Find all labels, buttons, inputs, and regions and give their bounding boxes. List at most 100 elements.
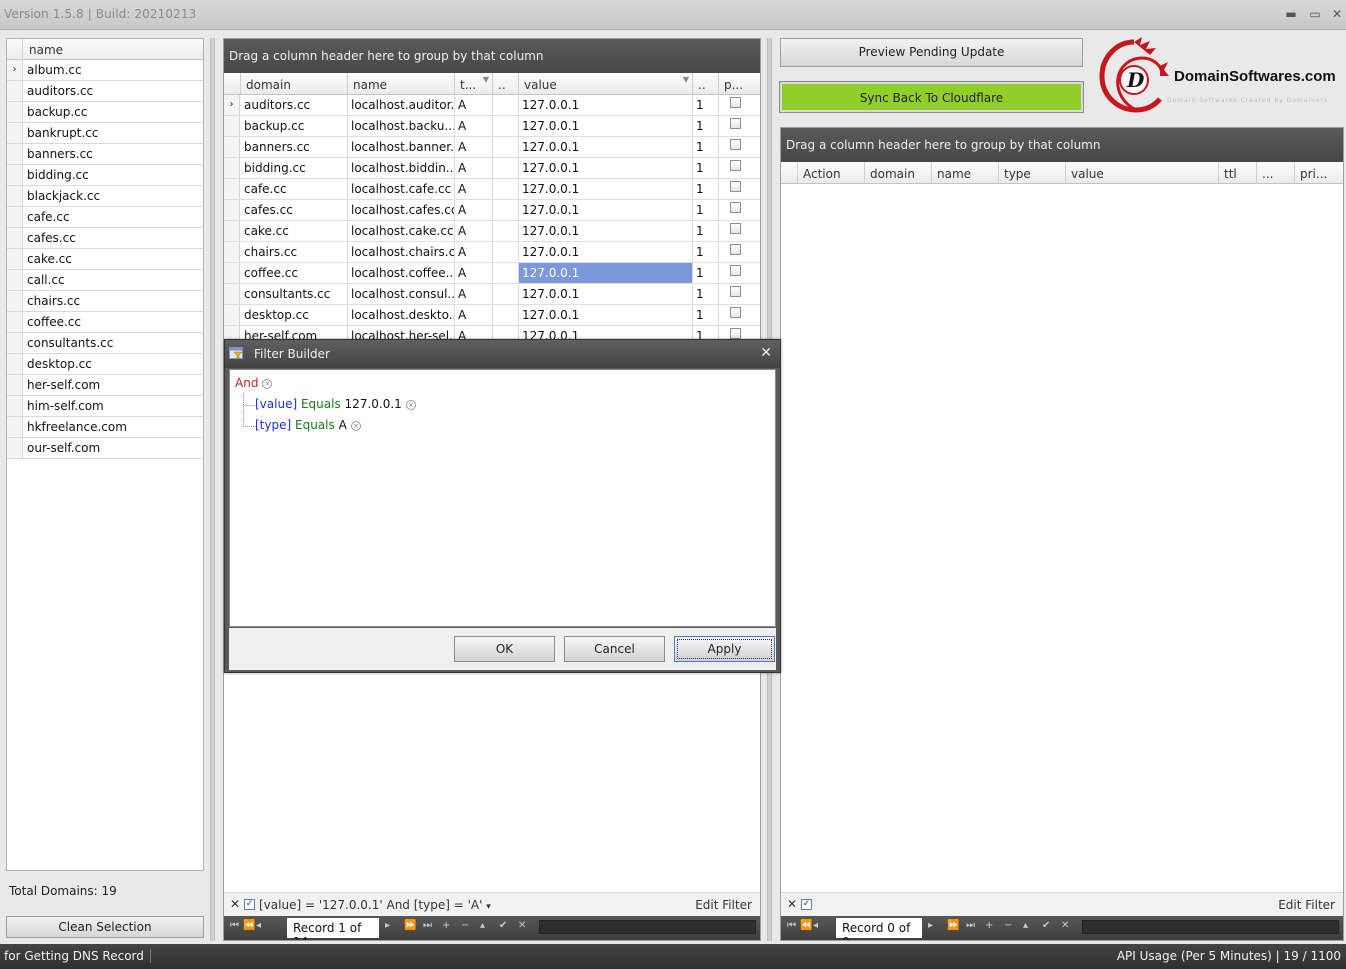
column-header-ttl[interactable]: .. bbox=[693, 73, 719, 95]
proxied-checkbox[interactable] bbox=[730, 223, 741, 234]
cell-ttl[interactable]: 1 bbox=[693, 284, 719, 304]
first-record-icon[interactable]: ⏮ bbox=[230, 920, 239, 931]
cell-type[interactable]: A bbox=[455, 137, 493, 157]
table-row[interactable]: cafe.cc localhost.cafe.cc A 127.0.0.1 1 bbox=[224, 179, 760, 200]
cell-hidden[interactable] bbox=[493, 221, 519, 241]
domain-list-item[interactable]: him-self.com bbox=[7, 396, 203, 417]
table-row[interactable]: desktop.cc localhost.deskto... A 127.0.0.1 1 bbox=[224, 305, 760, 326]
condition-operator[interactable]: Equals bbox=[301, 397, 341, 411]
cell-type[interactable]: A bbox=[455, 95, 493, 115]
domain-list-item[interactable]: cake.cc bbox=[7, 249, 203, 270]
cell-domain[interactable]: backup.cc bbox=[241, 116, 348, 136]
horizontal-scrollbar[interactable] bbox=[1082, 920, 1339, 934]
filter-expression[interactable]: [value] = '127.0.0.1' And [type] = 'A' ▾ bbox=[259, 898, 491, 912]
column-header-value[interactable]: value ▼ bbox=[519, 73, 693, 95]
cell-proxied[interactable] bbox=[719, 263, 760, 283]
filter-icon[interactable]: ▼ bbox=[683, 75, 689, 84]
cell-ttl[interactable]: 1 bbox=[693, 263, 719, 283]
domain-list-item[interactable]: blackjack.cc bbox=[7, 186, 203, 207]
domain-list-item[interactable]: consultants.cc bbox=[7, 333, 203, 354]
cell-value[interactable]: 127.0.0.1 bbox=[519, 305, 693, 325]
column-header-proxied[interactable]: p... bbox=[719, 73, 760, 95]
domain-list-item[interactable]: bidding.cc bbox=[7, 165, 203, 186]
cancel-edit-icon[interactable]: ✕ bbox=[518, 920, 526, 931]
domain-list-item[interactable]: hkfreelance.com bbox=[7, 417, 203, 438]
edit-icon[interactable]: ▴ bbox=[1023, 920, 1028, 931]
close-window-button[interactable]: ✕ bbox=[1328, 6, 1346, 22]
prev-record-icon[interactable]: ◂ bbox=[813, 920, 818, 931]
domain-list-item[interactable]: desktop.cc bbox=[7, 354, 203, 375]
cell-domain[interactable]: banners.cc bbox=[241, 137, 348, 157]
cell-name[interactable]: localhost.chairs.cc bbox=[348, 242, 455, 262]
cell-type[interactable]: A bbox=[455, 116, 493, 136]
cell-name[interactable]: localhost.auditor... bbox=[348, 95, 455, 115]
prev-page-icon[interactable]: ⏪ bbox=[800, 920, 812, 931]
cell-name[interactable]: localhost.cafes.cc bbox=[348, 200, 455, 220]
cell-name[interactable]: localhost.deskto... bbox=[348, 305, 455, 325]
domain-list-item[interactable]: her-self.com bbox=[7, 375, 203, 396]
cell-domain[interactable]: cafes.cc bbox=[241, 200, 348, 220]
cell-value[interactable]: 127.0.0.1 bbox=[519, 221, 693, 241]
last-record-icon[interactable]: ⏭ bbox=[423, 920, 432, 931]
cell-type[interactable]: A bbox=[455, 263, 493, 283]
domain-list-item[interactable]: cafe.cc bbox=[7, 207, 203, 228]
domain-list-item[interactable]: cafes.cc bbox=[7, 228, 203, 249]
column-header-name[interactable]: name bbox=[932, 162, 999, 184]
table-row[interactable]: banners.cc localhost.banner... A 127.0.0.1 1 bbox=[224, 137, 760, 158]
cell-hidden[interactable] bbox=[493, 305, 519, 325]
prev-record-icon[interactable]: ◂ bbox=[256, 920, 261, 931]
cell-name[interactable]: localhost.consul... bbox=[348, 284, 455, 304]
proxied-checkbox[interactable] bbox=[730, 118, 741, 129]
cell-value[interactable]: 127.0.0.1 bbox=[519, 200, 693, 220]
table-row[interactable]: › auditors.cc localhost.auditor... A 127.0.0… bbox=[224, 95, 760, 116]
domain-list-item[interactable]: auditors.cc bbox=[7, 81, 203, 102]
cell-ttl[interactable]: 1 bbox=[693, 116, 719, 136]
column-header-name[interactable]: name bbox=[29, 43, 63, 57]
proxied-checkbox[interactable] bbox=[730, 286, 741, 297]
cell-name[interactable]: localhost.cafe.cc bbox=[348, 179, 455, 199]
cell-hidden[interactable] bbox=[493, 200, 519, 220]
filter-enabled-checkbox[interactable]: ✓ bbox=[801, 899, 812, 910]
column-header-type[interactable]: t... ▼ bbox=[455, 73, 493, 95]
cell-ttl[interactable]: 1 bbox=[693, 137, 719, 157]
domain-list-item[interactable]: bankrupt.cc bbox=[7, 123, 203, 144]
end-edit-icon[interactable]: ✔ bbox=[1042, 920, 1050, 931]
proxied-checkbox[interactable] bbox=[730, 265, 741, 276]
cell-name[interactable]: localhost.coffee... bbox=[348, 263, 455, 283]
proxied-checkbox[interactable] bbox=[730, 307, 741, 318]
cell-proxied[interactable] bbox=[719, 137, 760, 157]
proxied-checkbox[interactable] bbox=[730, 328, 741, 339]
filter-enabled-checkbox[interactable]: ✓ bbox=[244, 899, 255, 910]
cell-type[interactable]: A bbox=[455, 242, 493, 262]
domain-list-item[interactable]: call.cc bbox=[7, 270, 203, 291]
append-icon[interactable]: + bbox=[985, 920, 993, 931]
column-header-hidden[interactable]: .. bbox=[493, 73, 519, 95]
preview-pending-update-button[interactable]: Preview Pending Update bbox=[780, 38, 1083, 67]
append-icon[interactable]: + bbox=[442, 920, 450, 931]
left-splitter[interactable] bbox=[210, 38, 215, 941]
cell-proxied[interactable] bbox=[719, 200, 760, 220]
group-operator[interactable]: And bbox=[235, 376, 258, 390]
filter-icon[interactable]: ▼ bbox=[483, 75, 489, 84]
edit-filter-link[interactable]: Edit Filter bbox=[1278, 898, 1335, 912]
cell-domain[interactable]: chairs.cc bbox=[241, 242, 348, 262]
dialog-close-icon[interactable]: ✕ bbox=[760, 345, 772, 361]
cell-proxied[interactable] bbox=[719, 284, 760, 304]
table-row[interactable]: consultants.cc localhost.consul... A 127.0.… bbox=[224, 284, 760, 305]
cell-type[interactable]: A bbox=[455, 179, 493, 199]
cell-domain[interactable]: cafe.cc bbox=[241, 179, 348, 199]
end-edit-icon[interactable]: ✔ bbox=[499, 920, 507, 931]
condition-field[interactable]: [type] bbox=[255, 418, 291, 432]
domain-list-item[interactable]: our-self.com bbox=[7, 438, 203, 459]
cell-value[interactable]: 127.0.0.1 bbox=[519, 242, 693, 262]
delete-icon[interactable]: − bbox=[461, 920, 469, 931]
cell-domain[interactable]: consultants.cc bbox=[241, 284, 348, 304]
cell-proxied[interactable] bbox=[719, 116, 760, 136]
cell-value[interactable]: 127.0.0.1 bbox=[519, 179, 693, 199]
column-header-type[interactable]: type bbox=[999, 162, 1066, 184]
cell-value[interactable]: 127.0.0.1 bbox=[519, 284, 693, 304]
next-page-icon[interactable]: ⏩ bbox=[404, 920, 416, 931]
column-header-name[interactable]: name bbox=[348, 73, 455, 95]
cell-domain[interactable]: auditors.cc bbox=[241, 95, 348, 115]
cell-hidden[interactable] bbox=[493, 179, 519, 199]
